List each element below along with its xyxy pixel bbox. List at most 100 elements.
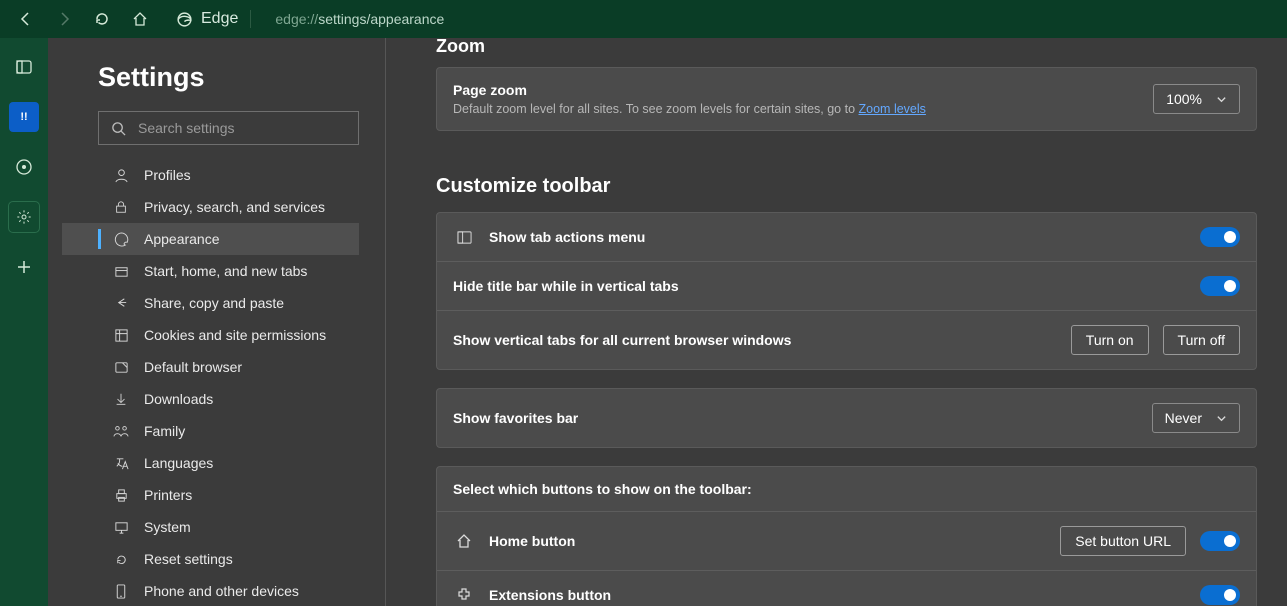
pinned-tab-icon[interactable]: !! xyxy=(9,102,39,132)
tab-actions-row-icon xyxy=(453,230,475,245)
nav-label: Profiles xyxy=(144,167,191,183)
nav-label: Family xyxy=(144,423,185,439)
nav-label: System xyxy=(144,519,191,535)
reset-icon xyxy=(112,552,130,567)
home-row-icon xyxy=(453,533,475,549)
nav-label: Share, copy and paste xyxy=(144,295,284,311)
nav-label: Phone and other devices xyxy=(144,583,299,599)
nav-downloads[interactable]: Downloads xyxy=(62,383,359,415)
nav-label: Appearance xyxy=(144,231,220,247)
nav-label: Default browser xyxy=(144,359,242,375)
phone-icon xyxy=(112,584,130,599)
nav-reset[interactable]: Reset settings xyxy=(62,543,359,575)
zoom-levels-link[interactable]: Zoom levels xyxy=(859,102,926,116)
nav-cookies[interactable]: Cookies and site permissions xyxy=(62,319,359,351)
nav-phone[interactable]: Phone and other devices xyxy=(62,575,359,606)
nav-family[interactable]: Family xyxy=(62,415,359,447)
settings-title: Settings xyxy=(98,62,359,93)
page-zoom-desc: Default zoom level for all sites. To see… xyxy=(453,102,1139,116)
edge-logo-icon xyxy=(176,11,193,28)
page-zoom-dropdown[interactable]: 100% xyxy=(1153,84,1240,114)
hide-title-bar-toggle[interactable] xyxy=(1200,276,1240,296)
tab-actions-icon[interactable] xyxy=(9,52,39,82)
site-identity[interactable]: Edge xyxy=(166,4,261,34)
extensions-button-label: Extensions button xyxy=(489,587,1186,603)
url-scheme: edge:// xyxy=(275,11,318,27)
zoom-value: 100% xyxy=(1166,91,1202,107)
cookies-icon xyxy=(112,328,130,343)
turn-off-button[interactable]: Turn off xyxy=(1163,325,1240,355)
url-path: settings/appearance xyxy=(318,11,444,27)
settings-tab-icon[interactable] xyxy=(9,202,39,232)
vertical-tabs-all-label: Show vertical tabs for all current brows… xyxy=(453,332,1057,348)
nav-label: Privacy, search, and services xyxy=(144,199,325,215)
extensions-row-icon xyxy=(453,587,475,603)
nav-printers[interactable]: Printers xyxy=(62,479,359,511)
nav-label: Reset settings xyxy=(144,551,233,567)
browser-toolbar: Edge edge://settings/appearance xyxy=(0,0,1287,38)
refresh-icon xyxy=(94,11,110,27)
back-button[interactable] xyxy=(8,4,44,34)
new-tab-button[interactable] xyxy=(9,252,39,282)
share-icon xyxy=(112,296,130,311)
nav-label: Printers xyxy=(144,487,192,503)
zoom-card: Page zoom Default zoom level for all sit… xyxy=(436,67,1257,131)
nav-label: Start, home, and new tabs xyxy=(144,263,307,279)
settings-main: Zoom Page zoom Default zoom level for al… xyxy=(386,38,1287,606)
lock-icon xyxy=(112,200,130,214)
arrow-right-icon xyxy=(56,11,72,27)
turn-on-button[interactable]: Turn on xyxy=(1071,325,1149,355)
favorites-card: Show favorites bar Never xyxy=(436,388,1257,448)
nav-profiles[interactable]: Profiles xyxy=(62,159,359,191)
nav-share[interactable]: Share, copy and paste xyxy=(62,287,359,319)
nav-privacy[interactable]: Privacy, search, and services xyxy=(62,191,359,223)
chevron-down-icon xyxy=(1216,413,1227,424)
favorites-value: Never xyxy=(1165,410,1202,426)
browser-name: Edge xyxy=(201,10,238,28)
favorites-dropdown[interactable]: Never xyxy=(1152,403,1240,433)
forward-button[interactable] xyxy=(46,4,82,34)
languages-icon xyxy=(112,456,130,471)
home-button-toggle[interactable] xyxy=(1200,531,1240,551)
home-button-toolbar[interactable] xyxy=(122,4,158,34)
system-icon xyxy=(112,520,130,535)
set-button-url-button[interactable]: Set button URL xyxy=(1060,526,1186,556)
arrow-left-icon xyxy=(18,11,34,27)
separator xyxy=(250,10,251,28)
show-tab-actions-label: Show tab actions menu xyxy=(489,229,1186,245)
nav-appearance[interactable]: Appearance xyxy=(62,223,359,255)
settings-nav-list: Profiles Privacy, search, and services A… xyxy=(62,159,359,606)
address-bar[interactable]: edge://settings/appearance xyxy=(275,11,444,27)
tabs-icon xyxy=(112,264,130,279)
nav-system[interactable]: System xyxy=(62,511,359,543)
search-icon xyxy=(111,121,126,136)
printer-icon xyxy=(112,488,130,503)
show-tab-actions-toggle[interactable] xyxy=(1200,227,1240,247)
home-icon xyxy=(132,11,148,27)
search-settings[interactable] xyxy=(98,111,359,145)
hide-title-bar-label: Hide title bar while in vertical tabs xyxy=(453,278,1186,294)
download-icon xyxy=(112,392,130,406)
settings-sidebar: Settings Profiles Privacy, search, and s… xyxy=(48,38,386,606)
refresh-button[interactable] xyxy=(84,4,120,34)
show-favorites-label: Show favorites bar xyxy=(453,410,1138,426)
zoom-heading: Zoom xyxy=(436,38,1257,57)
vertical-tab-strip: !! xyxy=(0,38,48,606)
nav-languages[interactable]: Languages xyxy=(62,447,359,479)
pinned-tab-circle-icon[interactable] xyxy=(9,152,39,182)
nav-default-browser[interactable]: Default browser xyxy=(62,351,359,383)
brush-icon xyxy=(112,232,130,247)
search-input[interactable] xyxy=(138,120,346,136)
chevron-down-icon xyxy=(1216,94,1227,105)
profile-icon xyxy=(112,168,130,183)
toolbar-card-1: Show tab actions menu Hide title bar whi… xyxy=(436,212,1257,370)
nav-label: Downloads xyxy=(144,391,213,407)
select-buttons-heading: Select which buttons to show on the tool… xyxy=(453,481,752,497)
nav-label: Languages xyxy=(144,455,213,471)
page-zoom-label: Page zoom xyxy=(453,82,1139,98)
toolbar-buttons-card: Select which buttons to show on the tool… xyxy=(436,466,1257,606)
extensions-button-toggle[interactable] xyxy=(1200,585,1240,605)
family-icon xyxy=(112,424,130,438)
nav-start[interactable]: Start, home, and new tabs xyxy=(62,255,359,287)
home-button-label: Home button xyxy=(489,533,1046,549)
